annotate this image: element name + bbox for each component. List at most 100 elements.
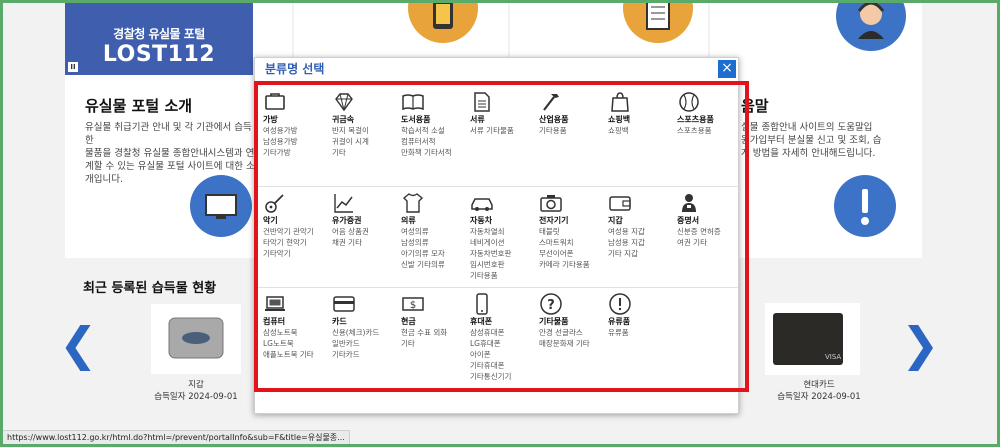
recent-item-name: 현대카드 [803,380,835,390]
document-circle-icon [623,3,693,43]
category-title: 도서용품 [401,115,431,124]
category-item[interactable]: 귀금속반지 목걸이 귀걸이 시계 기타 [324,90,393,158]
category-item[interactable]: 유가증권어음 상품권 채권 기타 [324,191,393,248]
category-subitems: 학습서적 소설 컴퓨터서적 만화책 기타서적 [401,126,452,157]
category-title: 유가증권 [332,216,362,225]
category-subitems: 여성용 지갑 남성용 지갑 기타 지갑 [608,227,645,258]
category-subitems: 유류품 [608,328,629,337]
recent-item-date: 습득일자 2024-09-01 [777,392,861,402]
category-item[interactable]: 의류여성의류 남성의류 아기의류 모자 신발 기타의류 [393,191,462,270]
category-subitems: 반지 목걸이 귀걸이 시계 기타 [332,126,369,157]
question-icon: ? [540,293,562,315]
category-item[interactable]: 악기 건반악기 관악기 타악기 현악기 기타악기 [255,191,324,259]
category-row: 가방 여성용가방 남성용가방 기타가방 귀금속 반지 목걸이 귀걸이 시계 기타 도서용… [255,86,738,186]
card-icon [333,296,355,312]
wallet-icon [609,196,631,211]
category-item[interactable]: 지갑여성용 지갑 남성용 지갑 기타 지갑 [600,191,669,259]
chart-icon [334,194,353,213]
category-subitems: 기타용품 [539,126,567,135]
category-title: 가방 [263,115,278,124]
category-title: 전자기기 [539,216,569,225]
help-title: 움말 [741,97,769,115]
category-title: 지갑 [608,216,623,225]
category-dialog: 분류명 선택 × 가방 여성용가방 남성용가방 기타가방 귀금속 반지 목걸이 귀걸이… [254,57,739,414]
category-title: 의류 [401,216,416,225]
car-icon [471,198,493,211]
camera-icon [540,195,562,212]
category-title: 증명서 [677,216,700,225]
category-row: 컴퓨터 삼성노트북 LG노트북 애플노트북 기타 카드 신용(체크)카드 일반카드 기… [255,287,738,388]
category-title: 현금 [401,317,416,326]
cash-icon: $ [402,297,424,311]
category-item[interactable]: 자동차자동차열쇠 네비게이션 자동차번호판 임시번호판 기타용품 [462,191,531,281]
shirt-icon [402,193,424,213]
category-title: 쇼핑백 [608,115,631,124]
help-text: 실물 종합안내 사이트의 도움말입 원가입부터 분실물 신고 및 조회, 습 게… [741,122,882,159]
category-item[interactable]: 휴대폰삼성휴대폰 LG휴대폰 아이폰 기타휴대폰 기타통신기기 [462,292,531,382]
category-subitems: 어음 상품권 채권 기타 [332,227,369,247]
svg-text:$: $ [410,300,416,311]
dialog-title: 분류명 선택 [265,62,325,76]
diamond-icon [335,93,353,112]
category-title: 유류품 [608,317,631,326]
category-item[interactable]: 쇼핑백 쇼핑백 [600,90,669,136]
computer-circle-icon[interactable] [190,175,252,237]
category-item[interactable]: 전자기기태블릿 스마트워치 무선이어폰 카메라 기타용품 [531,191,600,270]
portal-banner[interactable]: 경찰청 유실물 포털 LOST112 II [65,3,253,75]
category-subitems: 여성용가방 남성용가방 기타가방 [263,126,298,157]
category-subitems: 삼성휴대폰 LG휴대폰 아이폰 기타휴대폰 기타통신기기 [470,328,512,381]
category-title: 카드 [332,317,347,326]
category-item[interactable]: 산업용품 기타용품 [531,90,600,136]
banner-line2: LOST112 [102,42,216,67]
pause-button[interactable]: II [68,62,78,72]
support-agent-circle-icon [836,3,906,51]
exclamation-circle-icon[interactable] [834,175,896,237]
close-button[interactable]: × [718,60,736,78]
category-item[interactable]: 가방여성용가방 남성용가방 기타가방 [255,90,324,158]
exclamation-icon [609,293,631,315]
phone-icon [476,293,488,315]
status-bar: https://www.lost112.go.kr/html.do?html=/… [3,430,350,444]
document-icon [474,92,490,112]
shopping-bag-icon [611,92,629,112]
category-item[interactable]: 컴퓨터삼성노트북 LG노트북 애플노트북 기타 [255,292,324,360]
guitar-icon [265,194,284,213]
recent-item-name: 지갑 [188,380,204,390]
category-title: 자동차 [470,216,493,225]
category-subitems: 여성의류 남성의류 아기의류 모자 신발 기타의류 [401,227,445,269]
category-title: 스포츠용품 [677,115,714,124]
category-title: 악기 [263,216,278,225]
category-title: 휴대폰 [470,317,493,326]
category-item[interactable]: 증명서신분증 면허증 여권 기타 [669,191,738,248]
next-arrow-icon[interactable]: ❯ [901,321,940,367]
svg-text:?: ? [547,298,555,313]
category-subitems: 서류 기타물품 [470,126,514,135]
category-grid: 가방 여성용가방 남성용가방 기타가방 귀금속 반지 목걸이 귀걸이 시계 기타 도서용… [255,86,738,388]
recent-item-wallet[interactable] [151,304,241,374]
category-subitems: 자동차열쇠 네비게이션 자동차번호판 임시번호판 기타용품 [470,227,512,280]
category-subitems: 삼성노트북 LG노트북 애플노트북 기타 [263,328,314,359]
hammer-icon [543,94,559,111]
category-title: 컴퓨터 [263,317,286,326]
intro-title: 유실물 포털 소개 [85,97,193,115]
category-item[interactable]: 도서용품학습서적 소설 컴퓨터서적 만화책 기타서적 [393,90,462,158]
prev-arrow-icon[interactable]: ❮ [59,321,98,367]
banner-line1: 경찰청 유실물 포털 [113,27,205,41]
category-title: 귀금속 [332,115,355,124]
category-subitems: 신분증 면허증 여권 기타 [677,227,721,247]
category-item[interactable]: 카드 신용(체크)카드 일반카드 기타카드 [324,292,393,360]
category-title: 서류 [470,115,485,124]
category-subitems: 스포츠용품 [677,126,712,135]
category-item[interactable]: ? 기타물품 안경 선글라스 매장문화재 기타 [531,292,600,349]
recent-title: 최근 등록된 습득물 현황 [83,281,217,296]
recent-item-card[interactable]: VISA [765,303,860,375]
category-item[interactable]: $ 현금현금 수표 외화 기타 [393,292,462,349]
category-item[interactable]: 유류품 유류품 [600,292,669,338]
category-item[interactable]: 스포츠용품 스포츠용품 [669,90,738,136]
category-item[interactable]: 서류서류 기타물품 [462,90,531,136]
phone-circle-icon [408,3,478,43]
category-subitems: 현금 수표 외화 기타 [401,328,448,348]
book-icon [402,94,424,111]
bag-icon [265,93,285,110]
category-subitems: 태블릿 스마트워치 무선이어폰 카메라 기타용품 [539,227,590,269]
